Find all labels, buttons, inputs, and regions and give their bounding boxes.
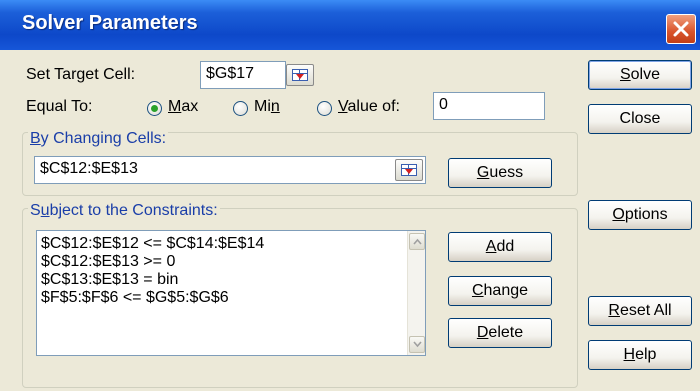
list-item[interactable]: $C$12:$E$13 >= 0 [37, 253, 425, 271]
change-button[interactable]: Change [448, 276, 552, 306]
target-cell-label: Set Target Cell: [26, 66, 136, 83]
equal-to-label: Equal To: [26, 98, 93, 115]
list-item[interactable]: $C$13:$E$13 = bin [37, 271, 425, 289]
constraints-label: Subject to the Constraints: [28, 202, 220, 220]
scroll-up-icon [413, 238, 422, 245]
radio-max-label: Max [168, 98, 199, 115]
help-button[interactable]: Help [588, 340, 692, 370]
close-icon [673, 21, 689, 37]
radio-value-of[interactable] [317, 101, 332, 116]
list-item[interactable]: $C$12:$E$12 <= $C$14:$E$14 [37, 235, 425, 253]
changing-cells-input[interactable]: $C$12:$E$13 [34, 156, 426, 184]
target-cell-ref-button[interactable] [286, 64, 314, 86]
title-bar: Solver Parameters [0, 0, 700, 50]
close-window-button[interactable] [666, 14, 696, 44]
scroll-down-icon [413, 341, 422, 348]
scroll-down-button[interactable] [409, 336, 425, 353]
scroll-up-button[interactable] [409, 233, 425, 250]
radio-max[interactable] [147, 101, 162, 116]
dialog-body: Set Target Cell: $G$17 Equal To: Max Min… [6, 50, 700, 391]
list-item[interactable]: $F$5:$F$6 <= $G$5:$G$6 [37, 289, 425, 307]
radio-min-label: Min [254, 98, 280, 115]
window-title: Solver Parameters [22, 12, 198, 34]
radio-value-of-label: Value of: [338, 98, 400, 115]
close-button[interactable]: Close [588, 104, 692, 134]
value-of-input[interactable]: 0 [433, 92, 545, 120]
constraints-list[interactable]: $C$12:$E$12 <= $C$14:$E$14 $C$12:$E$13 >… [36, 230, 426, 356]
add-button[interactable]: Add [448, 232, 552, 262]
changing-cells-label: By Changing Cells: [28, 130, 169, 148]
reset-all-button[interactable]: Reset All [588, 296, 692, 326]
constraints-scrollbar[interactable] [407, 231, 425, 355]
changing-cells-ref-button[interactable] [395, 159, 423, 181]
target-cell-input[interactable]: $G$17 [200, 61, 286, 89]
solve-button[interactable]: Solve [588, 60, 692, 90]
options-button[interactable]: Options [588, 200, 692, 230]
radio-min[interactable] [233, 101, 248, 116]
guess-button[interactable]: Guess [448, 158, 552, 188]
delete-button[interactable]: Delete [448, 318, 552, 348]
